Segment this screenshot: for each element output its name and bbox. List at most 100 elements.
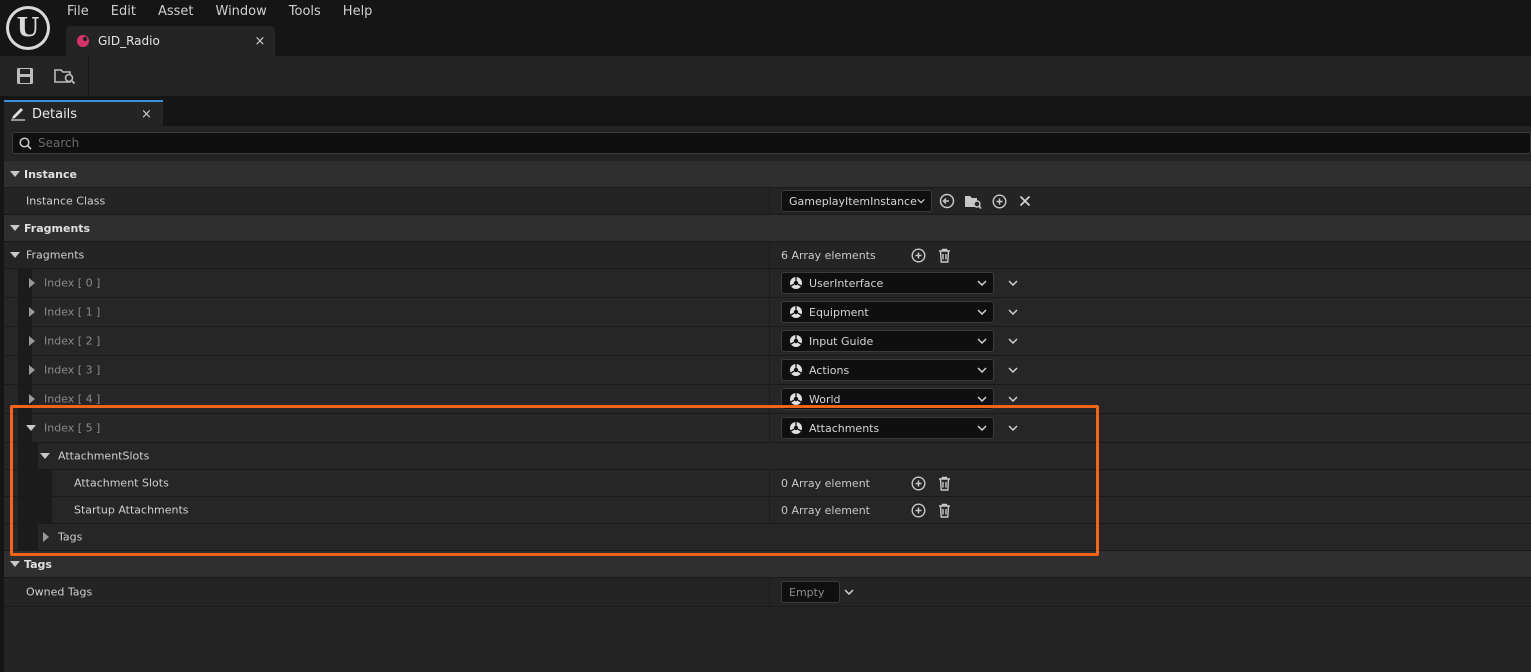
column-divider[interactable]: [769, 242, 770, 268]
options-chevron-down-icon[interactable]: [1008, 338, 1018, 344]
add-button[interactable]: [988, 190, 1010, 212]
browse-to-asset-button[interactable]: [50, 61, 80, 91]
attachment-slots-count: 0 Array element: [781, 476, 870, 490]
add-element-button[interactable]: [907, 244, 929, 266]
collapse-arrow-icon[interactable]: [10, 171, 20, 177]
category-instance-label: Instance: [24, 167, 77, 181]
property-rows: Instance Instance Class GameplayItemInst…: [4, 161, 1531, 607]
options-chevron-down-icon[interactable]: [1008, 425, 1018, 431]
fragment-icon: [790, 393, 802, 405]
arrow-left-circle-icon: [939, 193, 955, 209]
fragment-type-combo[interactable]: UserInterface: [781, 272, 994, 294]
expand-arrow-icon[interactable]: [29, 365, 35, 375]
menu-asset[interactable]: Asset: [147, 0, 205, 24]
column-divider[interactable]: [769, 414, 770, 442]
fragment-index-2-row: Index [ 2 ] Input Guide: [4, 327, 1531, 356]
trash-icon: [938, 248, 950, 263]
owned-tags-label: Owned Tags: [26, 585, 93, 599]
options-chevron-down-icon[interactable]: [1008, 309, 1018, 315]
column-divider[interactable]: [769, 356, 770, 384]
details-tab-label: Details: [32, 106, 78, 122]
collapse-arrow-icon[interactable]: [10, 561, 20, 567]
expand-arrow-icon[interactable]: [29, 394, 35, 404]
delete-all-button[interactable]: [933, 244, 955, 266]
column-divider[interactable]: [769, 578, 770, 606]
category-fragments-label: Fragments: [24, 221, 91, 235]
menu-help[interactable]: Help: [332, 0, 384, 24]
menu-file[interactable]: File: [56, 0, 100, 24]
expand-arrow-icon[interactable]: [29, 336, 35, 346]
category-tags[interactable]: Tags: [4, 551, 1531, 578]
menu-window[interactable]: Window: [205, 0, 278, 24]
unreal-logo-icon[interactable]: U: [6, 6, 50, 50]
collapse-arrow-icon[interactable]: [10, 225, 20, 231]
fragment-index-label: Index [ 2 ]: [44, 334, 101, 348]
fragment-type-combo[interactable]: Attachments: [781, 417, 994, 439]
column-divider[interactable]: [769, 327, 770, 355]
browse-button[interactable]: [962, 190, 984, 212]
delete-all-button[interactable]: [933, 499, 955, 521]
add-element-button[interactable]: [907, 499, 929, 521]
expand-arrow-icon[interactable]: [29, 307, 35, 317]
attachment-slots-group-label: AttachmentSlots: [58, 449, 150, 463]
collapse-arrow-icon[interactable]: [26, 425, 36, 431]
fragment-index-label: Index [ 1 ]: [44, 305, 101, 319]
fragment-type-combo[interactable]: Input Guide: [781, 330, 994, 352]
owned-tags-value: Empty: [789, 585, 825, 599]
search-input[interactable]: [38, 136, 1438, 150]
category-fragments[interactable]: Fragments: [4, 215, 1531, 242]
chevron-down-icon: [977, 309, 987, 315]
details-tab-close-icon[interactable]: ×: [141, 107, 157, 122]
instance-class-combo-text: GameplayItemInstance: [789, 194, 917, 208]
expand-arrow-icon[interactable]: [29, 278, 35, 288]
column-divider[interactable]: [769, 298, 770, 326]
document-tab-close-icon[interactable]: ×: [251, 34, 269, 49]
menu-edit[interactable]: Edit: [100, 0, 147, 24]
options-chevron-down-icon[interactable]: [1008, 280, 1018, 286]
fragment-tags-group-row[interactable]: Tags: [4, 524, 1531, 551]
options-chevron-down-icon[interactable]: [1008, 367, 1018, 373]
document-tab[interactable]: GID_Radio ×: [66, 26, 275, 56]
category-instance[interactable]: Instance: [4, 161, 1531, 188]
trash-icon: [938, 476, 950, 491]
delete-all-button[interactable]: [933, 472, 955, 494]
clear-button[interactable]: [1014, 190, 1036, 212]
menu-tools[interactable]: Tools: [278, 0, 332, 24]
options-chevron-down-icon[interactable]: [1008, 396, 1018, 402]
fragment-type-text: Attachments: [809, 421, 880, 435]
chevron-down-icon[interactable]: [844, 589, 854, 595]
instance-class-label: Instance Class: [26, 194, 106, 208]
use-selected-button[interactable]: [936, 190, 958, 212]
column-divider[interactable]: [769, 470, 770, 496]
title-bar: U File Edit Asset Window Tools Help GID_…: [0, 0, 1531, 56]
collapse-arrow-icon[interactable]: [10, 252, 20, 258]
details-panel: Instance Instance Class GameplayItemInst…: [4, 126, 1531, 672]
chevron-down-icon: [977, 396, 987, 402]
expand-arrow-icon[interactable]: [43, 532, 49, 542]
details-tab[interactable]: Details ×: [4, 100, 163, 126]
column-divider[interactable]: [769, 188, 770, 214]
owned-tags-combo[interactable]: Empty: [781, 581, 840, 603]
fragment-type-combo[interactable]: Equipment: [781, 301, 994, 323]
menu-bar: File Edit Asset Window Tools Help: [56, 0, 383, 24]
data-asset-icon: [77, 35, 89, 47]
trash-icon: [938, 503, 950, 518]
column-divider[interactable]: [769, 497, 770, 523]
fragment-type-text: World: [809, 392, 841, 406]
add-element-button[interactable]: [907, 472, 929, 494]
fragments-array-value: 6 Array elements: [781, 244, 955, 266]
startup-attachments-count: 0 Array element: [781, 503, 870, 517]
fragment-type-combo[interactable]: World: [781, 388, 994, 410]
search-box[interactable]: [12, 132, 1531, 154]
fragment-type-combo[interactable]: Actions: [781, 359, 994, 381]
attachment-slots-group-row[interactable]: AttachmentSlots: [4, 443, 1531, 470]
attachment-slots-label: Attachment Slots: [74, 476, 169, 490]
instance-class-combo[interactable]: GameplayItemInstance: [781, 190, 932, 212]
collapse-arrow-icon[interactable]: [40, 453, 50, 459]
save-button[interactable]: [10, 61, 40, 91]
fragments-array-label: Fragments: [26, 248, 85, 262]
column-divider[interactable]: [769, 269, 770, 297]
startup-attachments-label: Startup Attachments: [74, 503, 189, 517]
folder-search-icon: [965, 195, 982, 209]
column-divider[interactable]: [769, 385, 770, 413]
